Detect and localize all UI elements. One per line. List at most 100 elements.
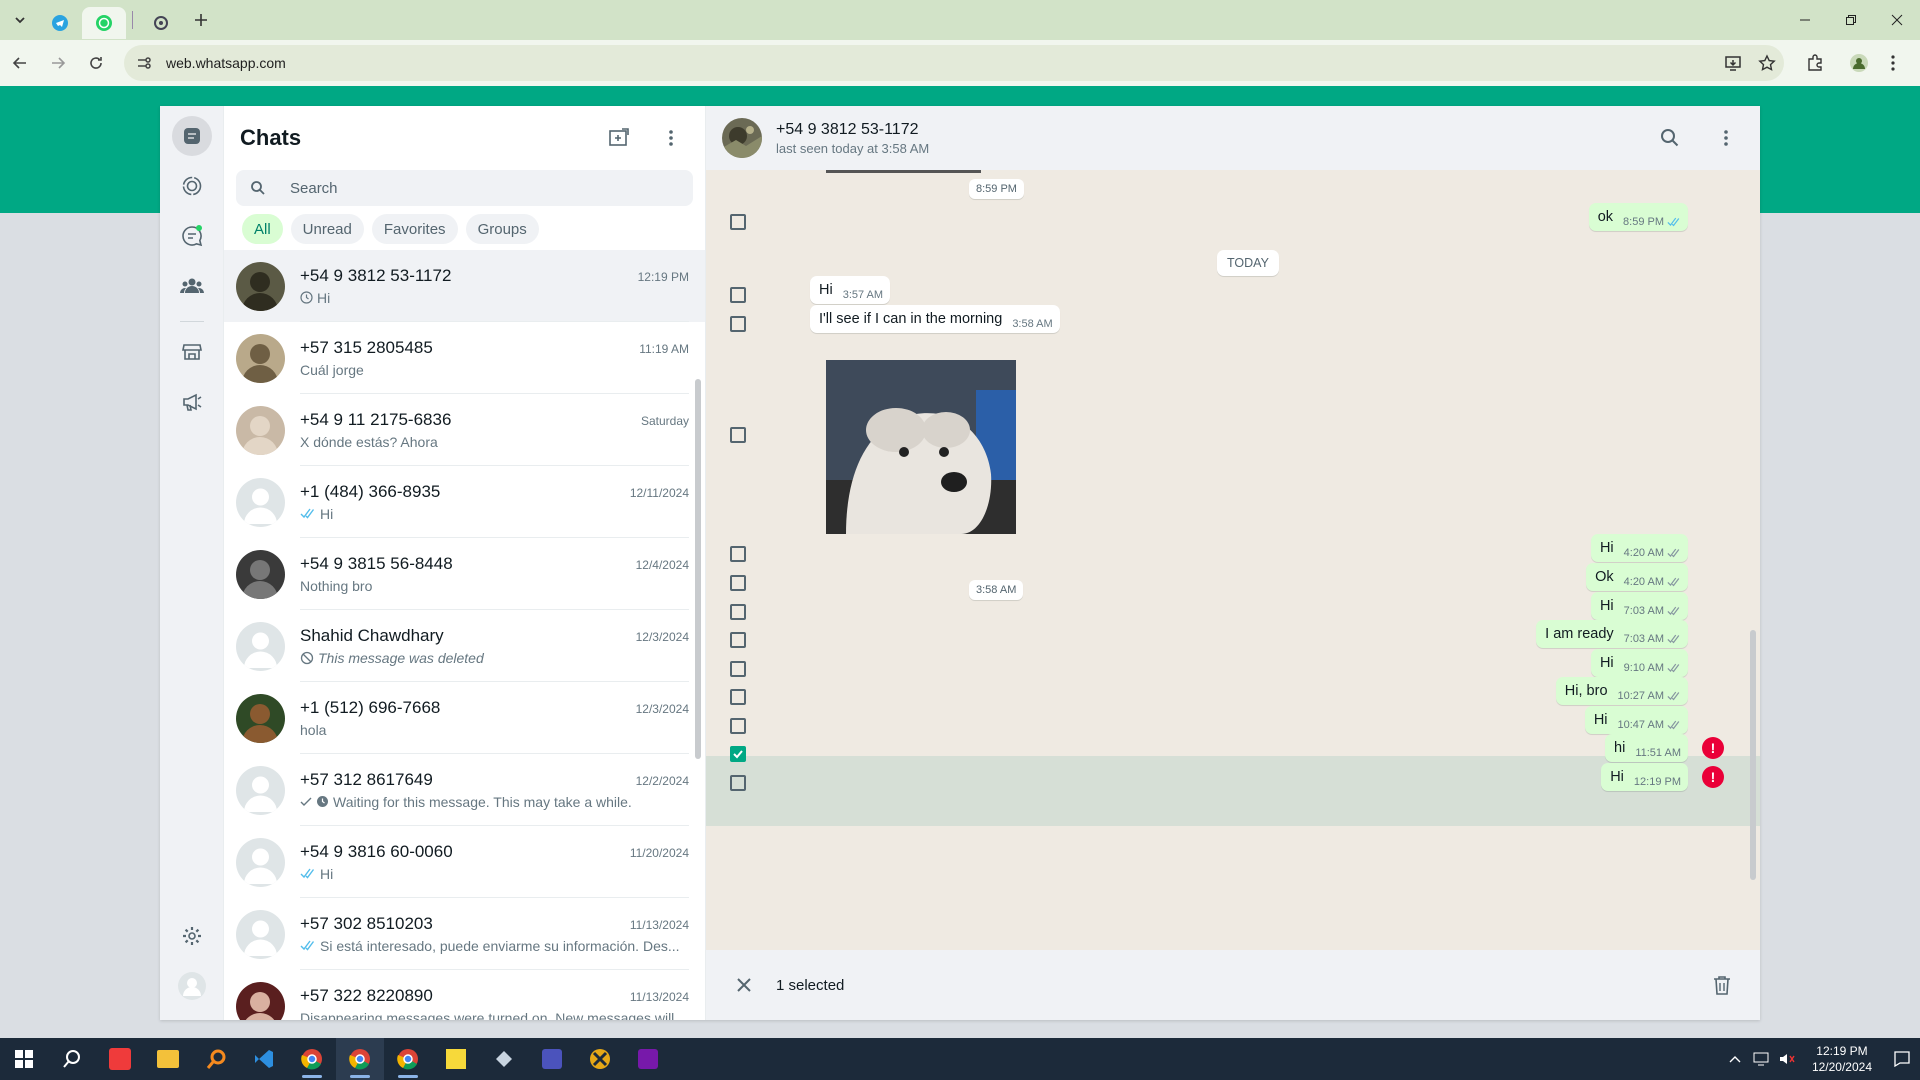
taskbar-app-xbox[interactable] — [576, 1038, 624, 1080]
taskbar-app-tool[interactable] — [480, 1038, 528, 1080]
network-icon[interactable] — [1748, 1038, 1774, 1080]
site-info-icon[interactable] — [136, 55, 152, 71]
settings-icon[interactable] — [172, 916, 212, 956]
chat-list-item[interactable]: +54 9 3815 56-8448 12/4/2024 Nothing bro — [224, 538, 705, 610]
send-error-icon[interactable]: ! — [1702, 766, 1724, 788]
message-checkbox[interactable] — [730, 661, 746, 677]
back-button[interactable] — [2, 45, 38, 81]
address-bar[interactable]: web.whatsapp.com — [124, 45, 1784, 81]
taskbar-search-button[interactable] — [48, 1038, 96, 1080]
message-checkbox[interactable] — [730, 214, 746, 230]
tab-whatsapp[interactable] — [82, 7, 126, 39]
taskbar-app-chrome-2[interactable] — [336, 1038, 384, 1080]
business-tools-icon[interactable] — [172, 332, 212, 372]
new-tab-button[interactable] — [183, 4, 219, 36]
message-bubble-outgoing[interactable]: Ok 4:20 AM — [1586, 563, 1688, 591]
delete-button[interactable] — [1704, 967, 1740, 1003]
message-checkbox[interactable] — [730, 287, 746, 303]
message-checkbox[interactable] — [730, 718, 746, 734]
notifications-icon[interactable] — [1884, 1038, 1920, 1080]
menu-button[interactable] — [653, 120, 689, 156]
taskbar-app-vscode[interactable] — [240, 1038, 288, 1080]
message-bubble-outgoing[interactable]: hi 11:51 AM — [1605, 734, 1688, 762]
message-checkbox-checked[interactable] — [730, 746, 746, 762]
communities-nav-icon[interactable] — [172, 266, 212, 306]
message-checkbox[interactable] — [730, 689, 746, 705]
taskbar-app-teams[interactable] — [528, 1038, 576, 1080]
conversation-header[interactable]: +54 9 3812 53-1172 last seen today at 3:… — [706, 106, 1760, 170]
chat-list-item[interactable]: +1 (484) 366-8935 12/11/2024 Hi — [224, 466, 705, 538]
message-bubble-incoming[interactable]: I'll see if I can in the morning 3:58 AM — [810, 305, 1060, 333]
chat-list-item[interactable]: +57 322 8220890 11/13/2024 Disappearing me… — [224, 970, 705, 1020]
new-chat-button[interactable] — [601, 120, 637, 156]
read-receipt-icon — [1667, 634, 1680, 644]
message-bubble-outgoing[interactable]: Hi 12:19 PM — [1601, 763, 1688, 791]
chats-nav-icon[interactable] — [172, 116, 212, 156]
message-bubble-outgoing[interactable]: Hi, bro 10:27 AM — [1555, 677, 1688, 705]
browser-menu-icon[interactable] — [1876, 46, 1910, 80]
chat-list-item[interactable]: +54 9 3816 60-0060 11/20/2024 Hi — [224, 826, 705, 898]
chat-list-item[interactable]: +57 315 2805485 11:19 AM Cuál jorge — [224, 322, 705, 394]
filter-groups[interactable]: Groups — [465, 214, 539, 244]
tab-other[interactable] — [139, 7, 183, 39]
start-button[interactable] — [0, 1038, 48, 1080]
speaker-muted-icon[interactable] — [1774, 1038, 1800, 1080]
taskbar-app-explorer[interactable] — [144, 1038, 192, 1080]
chat-list-item[interactable]: +57 312 8617649 12/2/2024 Waiting for this… — [224, 754, 705, 826]
restore-button[interactable] — [1828, 0, 1874, 40]
filter-unread[interactable]: Unread — [290, 214, 364, 244]
contact-avatar[interactable] — [722, 118, 762, 158]
message-checkbox[interactable] — [730, 604, 746, 620]
chat-list-item[interactable]: +54 9 11 2175-6836 Saturday X dónde estás?… — [224, 394, 705, 466]
chat-list-item[interactable]: +1 (512) 696-7668 12/3/2024 hola — [224, 682, 705, 754]
filter-favorites[interactable]: Favorites — [371, 214, 458, 244]
forward-button[interactable] — [40, 45, 76, 81]
taskbar-app-anydesk[interactable] — [96, 1038, 144, 1080]
clock[interactable]: 12:19 PM 12/20/2024 — [1812, 1043, 1872, 1075]
extensions-icon[interactable] — [1798, 46, 1832, 80]
image-message[interactable] — [826, 360, 1016, 534]
reload-button[interactable] — [78, 45, 114, 81]
tray-overflow-icon[interactable] — [1722, 1038, 1748, 1080]
search-messages-button[interactable] — [1652, 120, 1688, 156]
taskbar-app-chrome-3[interactable] — [384, 1038, 432, 1080]
message-checkbox[interactable] — [730, 775, 746, 791]
message-checkbox[interactable] — [730, 632, 746, 648]
taskbar-app-search[interactable] — [192, 1038, 240, 1080]
message-bubble-outgoing[interactable]: Hi 10:47 AM — [1584, 706, 1688, 734]
profile-icon[interactable] — [1842, 46, 1876, 80]
filter-all[interactable]: All — [242, 214, 283, 244]
message-bubble-outgoing[interactable]: Hi 4:20 AM — [1590, 534, 1688, 562]
tab-search-icon[interactable] — [2, 4, 38, 36]
advertise-icon[interactable] — [172, 382, 212, 422]
chat-list-item[interactable]: +57 302 8510203 11/13/2024 Si está interes… — [224, 898, 705, 970]
install-app-icon[interactable] — [1716, 46, 1750, 80]
message-bubble-outgoing[interactable]: Hi 7:03 AM — [1590, 592, 1688, 620]
message-bubble-incoming[interactable]: Hi 3:57 AM — [810, 276, 891, 304]
chat-list-item[interactable]: Shahid Chawdhary 12/3/2024 This message wa… — [224, 610, 705, 682]
message-checkbox[interactable] — [730, 546, 746, 562]
message-bubble-outgoing[interactable]: ok 8:59 PM — [1588, 203, 1688, 231]
message-checkbox[interactable] — [730, 575, 746, 591]
tab-telegram[interactable] — [38, 7, 82, 39]
message-checkbox[interactable] — [730, 427, 746, 443]
message-bubble-outgoing[interactable]: Hi 9:10 AM — [1590, 649, 1688, 677]
channels-nav-icon[interactable] — [172, 216, 212, 256]
cancel-selection-button[interactable] — [726, 967, 762, 1003]
taskbar-app-onenote[interactable] — [624, 1038, 672, 1080]
search-input[interactable]: Search — [236, 170, 693, 206]
chat-list-scrollbar[interactable] — [695, 379, 701, 759]
conversation-menu-button[interactable] — [1708, 120, 1744, 156]
message-checkbox[interactable] — [730, 316, 746, 332]
message-bubble-outgoing[interactable]: I am ready 7:03 AM — [1536, 620, 1688, 648]
send-error-icon[interactable]: ! — [1702, 737, 1724, 759]
minimize-button[interactable] — [1782, 0, 1828, 40]
taskbar-app-chrome-1[interactable] — [288, 1038, 336, 1080]
close-window-button[interactable] — [1874, 0, 1920, 40]
taskbar-app-sticky-notes[interactable] — [432, 1038, 480, 1080]
bookmark-star-icon[interactable] — [1750, 46, 1784, 80]
status-nav-icon[interactable] — [172, 166, 212, 206]
conversation-scrollbar[interactable] — [1750, 630, 1756, 880]
chat-list-item[interactable]: +54 9 3812 53-1172 12:19 PM Hi — [224, 250, 705, 322]
profile-avatar[interactable] — [172, 966, 212, 1006]
